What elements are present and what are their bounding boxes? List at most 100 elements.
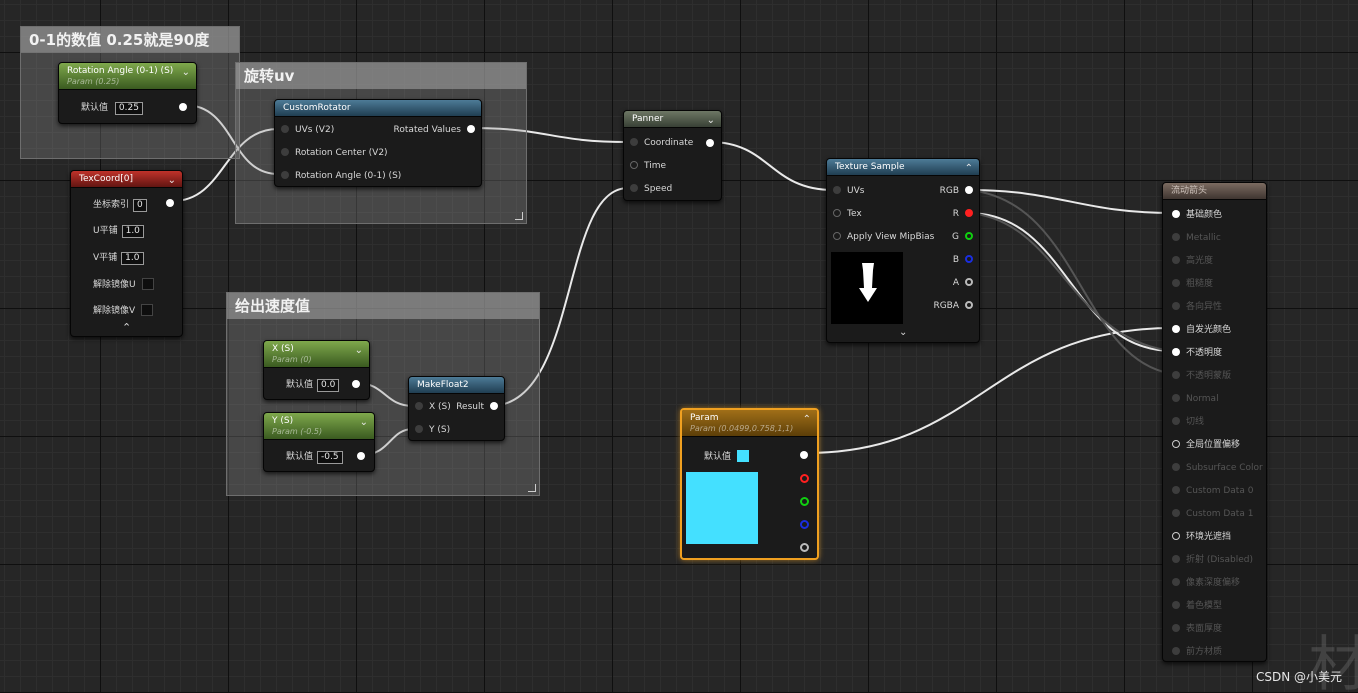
- pin-normal[interactable]: Normal: [1172, 393, 1219, 405]
- pin-anisotropy[interactable]: 各向异性: [1172, 301, 1222, 313]
- pin-front-material[interactable]: 前方材质: [1172, 646, 1222, 658]
- pin-ambient-occlusion[interactable]: 环境光遮挡: [1172, 531, 1231, 543]
- pin-specular[interactable]: 高光度: [1172, 255, 1213, 267]
- x-param-node[interactable]: X (S) Param (0) ⌄ 默认值 0.0: [263, 340, 370, 400]
- pin-label: Rotation Center (V2): [295, 148, 388, 158]
- pin-label: Result: [456, 402, 484, 412]
- pin-subsurface-color[interactable]: Subsurface Color: [1172, 462, 1263, 474]
- input-pin-uvs[interactable]: UVs (V2): [281, 124, 334, 136]
- makefloat2-node[interactable]: MakeFloat2 X (S) Y (S) Result: [408, 376, 505, 441]
- default-value-field[interactable]: 0.0: [317, 379, 340, 392]
- coord-index-field[interactable]: 0: [133, 199, 147, 212]
- output-pin-rotated-values[interactable]: Rotated Values: [394, 124, 475, 136]
- output-pin-a[interactable]: [800, 543, 809, 552]
- pin-icon: [281, 171, 289, 179]
- node-subtitle: Param (-0.5): [272, 427, 323, 436]
- output-pin[interactable]: [352, 380, 360, 388]
- default-value-field[interactable]: -0.5: [317, 451, 343, 464]
- node-header[interactable]: Y (S) Param (-0.5) ⌄: [264, 413, 374, 440]
- mirror-v-checkbox[interactable]: [141, 304, 154, 316]
- output-pin-r[interactable]: R: [953, 208, 973, 220]
- output-pin-rgb[interactable]: RGB: [940, 185, 973, 197]
- output-pin-b[interactable]: B: [953, 254, 973, 266]
- texcoord-node[interactable]: TexCoord[0] ⌄ 坐标索引 0 U平铺 1.0 V平铺 1.0 解除镜像U …: [70, 170, 183, 337]
- pin-opacity-mask[interactable]: 不透明蒙版: [1172, 370, 1231, 382]
- pin-world-position-offset[interactable]: 全局位置偏移: [1172, 439, 1240, 451]
- input-pin-uvs[interactable]: UVs: [833, 185, 864, 197]
- output-pin[interactable]: [706, 139, 714, 147]
- pin-opacity[interactable]: 不透明度: [1172, 347, 1222, 359]
- pin-shading-model[interactable]: 着色模型: [1172, 600, 1222, 612]
- texture-sample-node[interactable]: Texture Sample ⌃ UVs Tex Apply View MipB…: [826, 158, 980, 343]
- node-header[interactable]: Param Param (0.0499,0.758,1,1) ⌃: [682, 410, 817, 437]
- node-header[interactable]: TexCoord[0] ⌄: [71, 171, 182, 188]
- output-pin-rgba[interactable]: RGBA: [933, 300, 973, 312]
- resize-handle[interactable]: [528, 484, 536, 492]
- pin-surface-thickness[interactable]: 表面厚度: [1172, 623, 1222, 635]
- input-pin-x[interactable]: X (S): [415, 401, 451, 413]
- input-pin-time[interactable]: Time: [630, 160, 666, 172]
- default-value-field[interactable]: 0.25: [114, 102, 143, 115]
- param-vector-node[interactable]: Param Param (0.0499,0.758,1,1) ⌃ 默认值: [680, 408, 819, 560]
- pin-base-color[interactable]: 基础颜色: [1172, 209, 1222, 221]
- node-header[interactable]: 流动箭头: [1163, 183, 1266, 200]
- color-swatch[interactable]: [737, 450, 750, 462]
- output-pin-a[interactable]: A: [953, 277, 973, 289]
- output-pin-g[interactable]: G: [952, 231, 973, 243]
- mirror-u-checkbox[interactable]: [141, 278, 154, 290]
- node-subtitle: Param (0.0499,0.758,1,1): [690, 424, 794, 433]
- rotation-angle-node[interactable]: Rotation Angle (0-1) (S) Param (0.25) ⌄ …: [58, 62, 197, 124]
- v-tiling-field[interactable]: 1.0: [121, 252, 144, 265]
- chevron-down-icon[interactable]: ⌄: [168, 175, 176, 186]
- node-header[interactable]: Rotation Angle (0-1) (S) Param (0.25) ⌄: [59, 63, 196, 90]
- output-pin-result[interactable]: Result: [456, 401, 498, 413]
- chevron-down-icon[interactable]: ⌄: [182, 67, 190, 78]
- pin-emissive-color[interactable]: 自发光颜色: [1172, 324, 1231, 336]
- pin-icon: [1172, 394, 1180, 402]
- output-pin[interactable]: [179, 103, 187, 111]
- pin-icon: [1172, 440, 1180, 448]
- material-output-node[interactable]: 流动箭头 基础颜色 Metallic 高光度 粗糙度 各向异性 自发光颜色 不透…: [1162, 182, 1267, 662]
- pin-custom-data-1[interactable]: Custom Data 1: [1172, 508, 1253, 520]
- default-value-row: 默认值 0.25: [81, 102, 143, 115]
- output-pin-b[interactable]: [800, 520, 809, 529]
- pin-label: 高光度: [1186, 256, 1214, 266]
- output-pin-rgb[interactable]: [800, 451, 808, 459]
- chevron-up-icon[interactable]: ⌃: [965, 163, 973, 174]
- pin-refraction[interactable]: 折射 (Disabled): [1172, 554, 1253, 566]
- output-pin-r[interactable]: [800, 474, 809, 483]
- resize-handle[interactable]: [515, 212, 523, 220]
- input-pin-speed[interactable]: Speed: [630, 183, 672, 195]
- pin-roughness[interactable]: 粗糙度: [1172, 278, 1213, 290]
- node-header[interactable]: X (S) Param (0) ⌄: [264, 341, 369, 368]
- input-pin-rotation-center[interactable]: Rotation Center (V2): [281, 147, 388, 159]
- chevron-down-icon[interactable]: ⌄: [355, 345, 363, 356]
- input-pin-rotation-angle[interactable]: Rotation Angle (0-1) (S): [281, 170, 401, 182]
- node-header[interactable]: CustomRotator: [275, 100, 481, 117]
- collapse-chevron-up-icon[interactable]: ⌃: [122, 322, 131, 334]
- pin-metallic[interactable]: Metallic: [1172, 232, 1221, 244]
- u-tiling-field[interactable]: 1.0: [121, 225, 144, 238]
- input-pin-mipbias[interactable]: Apply View MipBias: [833, 231, 934, 243]
- custom-rotator-node[interactable]: CustomRotator UVs (V2) Rotation Center (…: [274, 99, 482, 187]
- output-pin-g[interactable]: [800, 497, 809, 506]
- pin-custom-data-0[interactable]: Custom Data 0: [1172, 485, 1253, 497]
- input-pin-coordinate[interactable]: Coordinate: [630, 137, 693, 149]
- pin-tangent[interactable]: 切线: [1172, 416, 1204, 428]
- comment-title: 0-1的数值 0.25就是90度: [21, 27, 239, 53]
- output-pin[interactable]: [166, 199, 174, 207]
- expand-chevron-down-icon[interactable]: ⌄: [899, 327, 907, 339]
- input-pin-y[interactable]: Y (S): [415, 424, 450, 436]
- chevron-down-icon[interactable]: ⌄: [707, 115, 715, 126]
- y-param-node[interactable]: Y (S) Param (-0.5) ⌄ 默认值 -0.5: [263, 412, 375, 472]
- chevron-up-icon[interactable]: ⌃: [803, 414, 811, 425]
- input-pin-tex[interactable]: Tex: [833, 208, 862, 220]
- node-header[interactable]: Texture Sample ⌃: [827, 159, 979, 176]
- panner-node[interactable]: Panner ⌄ Coordinate Time Speed: [623, 110, 722, 201]
- node-header[interactable]: Panner ⌄: [624, 111, 721, 128]
- chevron-down-icon[interactable]: ⌄: [360, 417, 368, 428]
- output-pin[interactable]: [357, 452, 365, 460]
- node-header[interactable]: MakeFloat2: [409, 377, 504, 394]
- node-title: TexCoord[0]: [79, 174, 133, 184]
- pin-pixel-depth-offset[interactable]: 像素深度偏移: [1172, 577, 1240, 589]
